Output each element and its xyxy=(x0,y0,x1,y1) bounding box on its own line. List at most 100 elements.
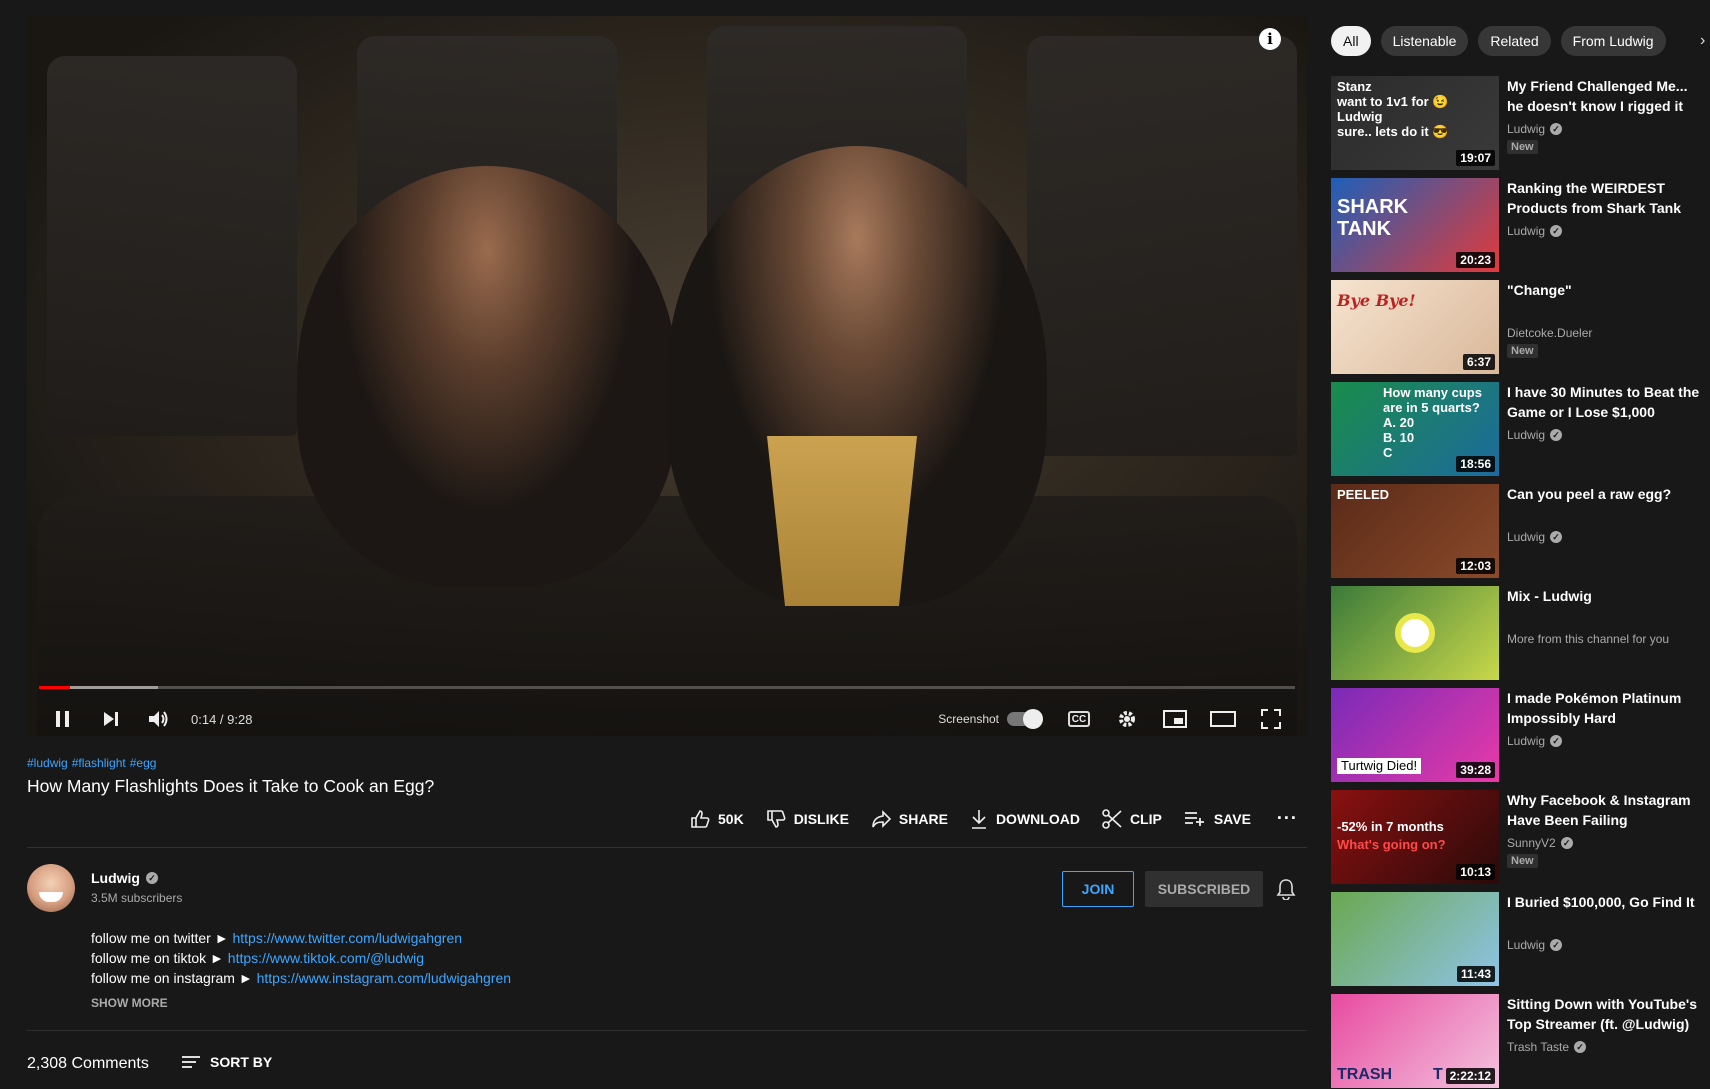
thumbnail-text: sure.. lets do it 😎 xyxy=(1337,124,1449,139)
hashtags: #ludwig #flashlight #egg xyxy=(27,756,156,770)
channel-avatar[interactable] xyxy=(27,864,75,912)
recommendation-title[interactable]: I Buried $100,000, Go Find It xyxy=(1507,892,1703,912)
more-actions-icon[interactable]: ··· xyxy=(1277,808,1298,829)
video-player[interactable]: i 0:14 / 9:28 Screenshot CC xyxy=(27,16,1307,736)
chip-related[interactable]: Related xyxy=(1478,26,1551,56)
recommendation-item[interactable]: Turtwig Died! 39:28 I made Pokémon Platinu… xyxy=(1331,688,1710,790)
player-controls: 0:14 / 9:28 Screenshot CC xyxy=(27,702,1307,736)
bell-icon[interactable] xyxy=(1276,878,1296,906)
recommendation-channel[interactable]: Dietcoke.Dueler xyxy=(1507,326,1592,340)
recommendation-channel[interactable]: Ludwig ✓ xyxy=(1507,224,1563,238)
recommendation-title[interactable]: I have 30 Minutes to Beat the Game or I … xyxy=(1507,382,1703,422)
recommendation-item[interactable]: Mix - Ludwig More from this channel for y… xyxy=(1331,586,1710,688)
recommendation-thumbnail[interactable] xyxy=(1331,586,1499,680)
captions-button[interactable]: CC xyxy=(1055,702,1103,736)
recommendation-thumbnail[interactable]: PEELED 12:03 xyxy=(1331,484,1499,578)
video-actions: 50K DISLIKE SHARE DOWNLOAD CLIP SAVE ··· xyxy=(690,808,1298,829)
recommendation-item[interactable]: SHARK TANK 20:23 Ranking the WEIRDEST Produ… xyxy=(1331,178,1710,280)
cc-icon: CC xyxy=(1068,711,1090,727)
thumbnail-text: Bye Bye! xyxy=(1337,291,1416,310)
hashtag-link[interactable]: #egg xyxy=(130,756,157,770)
thumbnail-text: What's going on? xyxy=(1337,837,1446,852)
video-title: How Many Flashlights Does it Take to Coo… xyxy=(27,776,435,796)
settings-button[interactable] xyxy=(1103,702,1151,736)
playlist-add-icon xyxy=(1184,811,1204,826)
recommendation-thumbnail[interactable]: Stanz want to 1v1 for 😉 Ludwig sure.. lets … xyxy=(1331,76,1499,170)
join-button[interactable]: JOIN xyxy=(1062,871,1134,907)
recommendation-channel[interactable]: Ludwig ✓ xyxy=(1507,938,1563,952)
subscribed-button[interactable]: SUBSCRIBED xyxy=(1145,871,1263,907)
clip-label: CLIP xyxy=(1129,810,1162,827)
youtube-watch-page: i 0:14 / 9:28 Screenshot CC #ludwig #fla… xyxy=(0,0,1710,1089)
twitter-link[interactable]: https://www.twitter.com/ludwigahgren xyxy=(232,930,462,946)
recommendation-item[interactable]: 11:43 I Buried $100,000, Go Find It Ludwig… xyxy=(1331,892,1710,994)
chip-listenable[interactable]: Listenable xyxy=(1380,26,1469,56)
recommendation-thumbnail[interactable]: -52% in 7 months What's going on? 10:13 xyxy=(1331,790,1499,884)
hashtag-link[interactable]: #ludwig xyxy=(27,756,68,770)
chip-from-ludwig[interactable]: From Ludwig xyxy=(1560,26,1666,56)
video-description: follow me on twitter ► https://www.twitt… xyxy=(91,928,511,988)
mix-disc-icon xyxy=(1395,613,1435,653)
chip-all[interactable]: All xyxy=(1331,26,1371,56)
recommendation-channel[interactable]: Ludwig ✓ xyxy=(1507,122,1563,136)
recommendation-title[interactable]: Ranking the WEIRDEST Products from Shark… xyxy=(1507,178,1703,218)
recommendation-thumbnail[interactable]: How many cups are in 5 quarts? A. 20 B. 10 C… xyxy=(1331,382,1499,476)
share-button[interactable]: SHARE xyxy=(871,809,948,828)
recommendation-title[interactable]: My Friend Challenged Me... he doesn't kn… xyxy=(1507,76,1703,116)
share-icon xyxy=(872,809,891,828)
recommendation-thumbnail[interactable]: TRASH T 2:22:12 xyxy=(1331,994,1499,1088)
recommendation-thumbnail[interactable]: 11:43 xyxy=(1331,892,1499,986)
verified-icon: ✓ xyxy=(1550,735,1563,747)
recommendation-channel-name: Ludwig xyxy=(1507,938,1546,952)
screenshot-toggle[interactable] xyxy=(1007,709,1043,729)
hashtag-link[interactable]: #flashlight xyxy=(72,756,126,770)
recommendation-title[interactable]: Can you peel a raw egg? xyxy=(1507,484,1703,504)
info-icon[interactable]: i xyxy=(1259,28,1281,50)
instagram-link[interactable]: https://www.instagram.com/ludwigahgren xyxy=(257,970,511,986)
recommendation-title[interactable]: Sitting Down with YouTube's Top Streamer… xyxy=(1507,994,1703,1034)
recommendation-thumbnail[interactable]: Turtwig Died! 39:28 xyxy=(1331,688,1499,782)
save-button[interactable]: SAVE xyxy=(1184,810,1251,828)
recommendation-title[interactable]: Mix - Ludwig xyxy=(1507,586,1703,606)
download-button[interactable]: DOWNLOAD xyxy=(970,809,1080,829)
recommendation-title[interactable]: "Change" xyxy=(1507,280,1703,300)
tiktok-link[interactable]: https://www.tiktok.com/@ludwig xyxy=(228,950,424,966)
new-badge: New xyxy=(1507,344,1538,358)
recommendation-channel[interactable]: SunnyV2 ✓ xyxy=(1507,836,1573,850)
thumbnail-text: Ludwig xyxy=(1337,109,1383,124)
recommendation-thumbnail[interactable]: Bye Bye! 6:37 xyxy=(1331,280,1499,374)
thumbnail-text: C xyxy=(1383,445,1393,460)
miniplayer-button[interactable] xyxy=(1151,702,1199,736)
next-button[interactable] xyxy=(87,702,135,736)
channel-name[interactable]: Ludwig ✓ xyxy=(91,870,158,886)
recommendation-title[interactable]: I made Pokémon Platinum Impossibly Hard xyxy=(1507,688,1703,728)
pause-button[interactable] xyxy=(39,702,87,736)
recommendation-title[interactable]: Why Facebook & Instagram Have Been Faili… xyxy=(1507,790,1703,830)
recommendation-channel[interactable]: Ludwig ✓ xyxy=(1507,428,1563,442)
recommendation-channel[interactable]: Trash Taste ✓ xyxy=(1507,1040,1587,1054)
recommendation-item[interactable]: Bye Bye! 6:37 "Change" Dietcoke.Dueler New xyxy=(1331,280,1710,382)
sort-by-button[interactable]: SORT BY xyxy=(182,1054,272,1070)
recommendation-item[interactable]: TRASH T 2:22:12 Sitting Down with YouTube's… xyxy=(1331,994,1710,1089)
description-line: follow me on twitter ► https://www.twitt… xyxy=(91,930,463,946)
fullscreen-button[interactable] xyxy=(1247,702,1295,736)
thumbnail-text: SHARK xyxy=(1337,196,1409,218)
chevron-right-icon[interactable]: › xyxy=(1700,32,1705,50)
recommendation-thumbnail[interactable]: SHARK TANK 20:23 xyxy=(1331,178,1499,272)
like-button[interactable]: 50K xyxy=(690,809,744,829)
show-more-button[interactable]: SHOW MORE xyxy=(91,996,168,1010)
recommendation-channel[interactable]: More from this channel for you xyxy=(1507,632,1669,646)
recommendation-channel[interactable]: Ludwig ✓ xyxy=(1507,530,1563,544)
progress-bar[interactable] xyxy=(39,686,1295,689)
recommendation-item[interactable]: Stanz want to 1v1 for 😉 Ludwig sure.. lets … xyxy=(1331,76,1710,178)
recommendation-item[interactable]: -52% in 7 months What's going on? 10:13 Why… xyxy=(1331,790,1710,892)
volume-button[interactable] xyxy=(135,702,183,736)
dislike-button[interactable]: DISLIKE xyxy=(766,809,849,829)
verified-icon: ✓ xyxy=(1550,531,1563,543)
recommendation-item[interactable]: How many cups are in 5 quarts? A. 20 B. 10 C… xyxy=(1331,382,1710,484)
recommendation-channel[interactable]: Ludwig ✓ xyxy=(1507,734,1563,748)
thumbnail-text: B. 10 xyxy=(1383,430,1415,445)
clip-button[interactable]: CLIP xyxy=(1102,808,1162,829)
theater-mode-button[interactable] xyxy=(1199,702,1247,736)
recommendation-item[interactable]: PEELED 12:03 Can you peel a raw egg? Ludwig… xyxy=(1331,484,1710,586)
